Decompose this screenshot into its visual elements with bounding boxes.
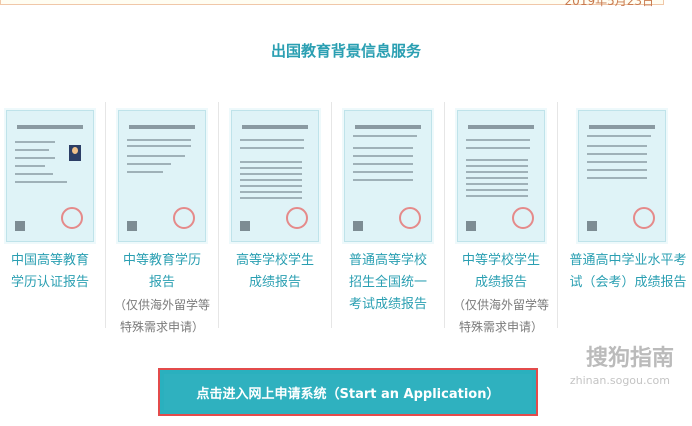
section-title: 出国教育背景信息服务 (270, 42, 421, 60)
report-card-academic-proficiency-test[interactable]: 普通高中学业水平考 试（会考）成绩报告 (566, 102, 692, 342)
notice-date: 2019年5月23日 (564, 0, 654, 8)
report-label[interactable]: 普通高中学业水平考 试（会考）成绩报告 (566, 250, 690, 294)
report-cards: 中国高等教育 学历认证报告 中等教育学历 报告 （仅供海外留学等 特殊需求申请） (0, 102, 692, 352)
report-thumbnail[interactable] (344, 110, 432, 242)
report-label[interactable]: 普通高等学校 招生全国统一 考试成绩报告 (332, 250, 444, 316)
report-card-higher-education-transcript[interactable]: 高等学校学生 成绩报告 (219, 102, 331, 342)
red-seal-icon (399, 207, 421, 229)
report-thumbnail[interactable] (231, 110, 319, 242)
divider (557, 102, 558, 328)
start-application-button-frame[interactable]: 点击进入网上申请系统（Start an Application） (158, 368, 538, 416)
report-note: （仅供海外留学等 特殊需求申请） (452, 298, 549, 334)
report-label[interactable]: 高等学校学生 成绩报告 (219, 250, 331, 294)
report-card-secondary-education[interactable]: 中等教育学历 报告 （仅供海外留学等 特殊需求申请） (106, 102, 218, 342)
report-card-degree-certification[interactable]: 中国高等教育 学历认证报告 (0, 102, 106, 342)
start-application-button[interactable]: 点击进入网上申请系统（Start an Application） (164, 374, 532, 410)
report-label[interactable]: 中国高等教育 学历认证报告 (0, 250, 106, 294)
red-seal-icon (173, 207, 195, 229)
red-seal-icon (61, 207, 83, 229)
sogou-watermark: 搜狗指南 (585, 346, 674, 371)
sogou-watermark-url: zhinan.sogou.com (569, 374, 670, 387)
report-label[interactable]: 中等教育学历 报告 (106, 250, 218, 294)
red-seal-icon (512, 207, 534, 229)
red-seal-icon (286, 207, 308, 229)
report-thumbnail[interactable] (6, 110, 94, 242)
portrait-photo (69, 145, 81, 161)
report-card-secondary-school-transcript[interactable]: 中等学校学生 成绩报告 （仅供海外留学等 特殊需求申请） (445, 102, 557, 342)
report-thumbnail[interactable] (578, 110, 666, 242)
report-note: （仅供海外留学等 特殊需求申请） (113, 298, 210, 334)
report-thumbnail[interactable] (118, 110, 206, 242)
red-seal-icon (633, 207, 655, 229)
report-card-gaokao-scores[interactable]: 普通高等学校 招生全国统一 考试成绩报告 (332, 102, 444, 342)
report-thumbnail[interactable] (457, 110, 545, 242)
report-label[interactable]: 中等学校学生 成绩报告 (445, 250, 557, 294)
